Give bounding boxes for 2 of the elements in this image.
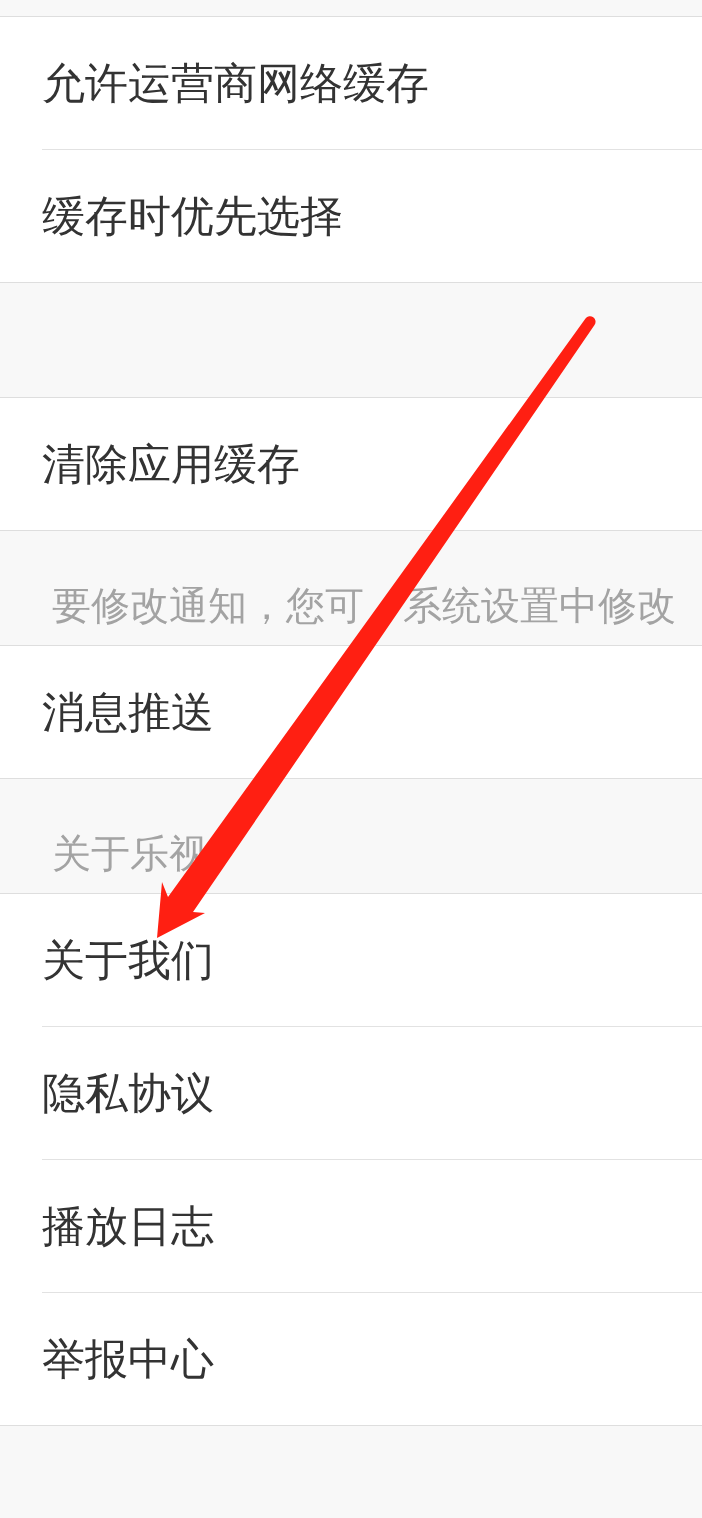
section-header-text: 系统设置中修改 (403, 586, 676, 625)
section-header-text: 要修改通知，您可 (52, 586, 364, 625)
